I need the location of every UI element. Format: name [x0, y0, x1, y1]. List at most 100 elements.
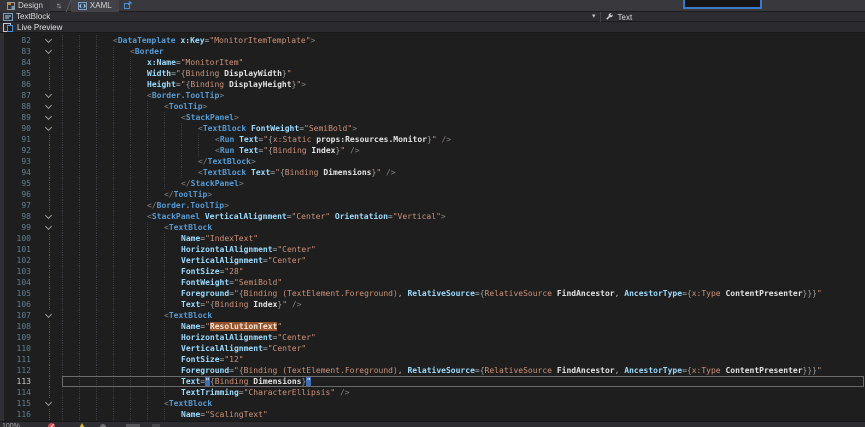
line-number[interactable]: 104 [0, 277, 38, 288]
fold-chevron-icon[interactable] [38, 46, 62, 57]
code-line[interactable]: 108Name="ResolutionText" [0, 321, 865, 332]
code-line[interactable]: 87<Border.ToolTip> [0, 90, 865, 101]
line-number[interactable]: 97 [0, 200, 38, 211]
code-line[interactable]: 85Width="{Binding DisplayWidth}" [0, 68, 865, 79]
line-number[interactable]: 103 [0, 266, 38, 277]
breadcrumb-property-label[interactable]: Text [618, 13, 633, 22]
line-number[interactable]: 105 [0, 288, 38, 299]
code-line[interactable]: 100Name="IndexText" [0, 233, 865, 244]
line-number[interactable]: 86 [0, 79, 38, 90]
code-line[interactable]: 99<TextBlock [0, 222, 865, 233]
indent-guide [62, 321, 63, 332]
zoom-level-label[interactable]: 100% [2, 423, 20, 427]
code-line[interactable]: 98<StackPanel VerticalAlignment="Center"… [0, 211, 865, 222]
line-number[interactable]: 88 [0, 101, 38, 112]
line-number[interactable]: 113 [0, 376, 38, 387]
line-number[interactable]: 84 [0, 57, 38, 68]
code-line[interactable]: 92<Run Text="{Binding Index}" /> [0, 145, 865, 156]
indent-guide [113, 343, 114, 354]
line-number[interactable]: 112 [0, 365, 38, 376]
code-line[interactable]: 116Name="ScalingText" [0, 409, 865, 420]
code-line[interactable]: 107<TextBlock [0, 310, 865, 321]
code-token: Binding [215, 300, 249, 309]
line-number[interactable]: 99 [0, 222, 38, 233]
code-line[interactable]: 88<ToolTip> [0, 101, 865, 112]
code-line[interactable]: 113Text="{Binding Dimensions}" [0, 376, 865, 387]
line-number[interactable]: 87 [0, 90, 38, 101]
fold-chevron-icon[interactable] [38, 112, 62, 123]
code-line[interactable]: 84x:Name="MonitorItem" [0, 57, 865, 68]
code-line[interactable]: 93</TextBlock> [0, 156, 865, 167]
line-number[interactable]: 107 [0, 310, 38, 321]
line-number[interactable]: 93 [0, 156, 38, 167]
fold-chevron-icon[interactable] [38, 211, 62, 222]
swap-panes-icon[interactable]: ↑↓ [50, 1, 66, 10]
line-number[interactable]: 115 [0, 398, 38, 409]
line-number[interactable]: 96 [0, 189, 38, 200]
fold-chevron-icon[interactable] [38, 101, 62, 112]
fold-chevron-icon[interactable] [38, 310, 62, 321]
code-line[interactable]: 97</Border.ToolTip> [0, 200, 865, 211]
line-number[interactable]: 90 [0, 123, 38, 134]
line-number[interactable]: 114 [0, 387, 38, 398]
line-number[interactable]: 100 [0, 233, 38, 244]
code-line[interactable]: 115<TextBlock [0, 398, 865, 409]
code-line[interactable]: 114TextTrimming="CharacterEllipsis" /> [0, 387, 865, 398]
line-number[interactable]: 109 [0, 332, 38, 343]
line-number[interactable]: 94 [0, 167, 38, 178]
code-line[interactable]: 104FontWeight="SemiBold" [0, 277, 865, 288]
code-line[interactable]: 94<TextBlock Text="{Binding Dimensions}"… [0, 167, 865, 178]
warning-icon[interactable] [78, 423, 86, 427]
tab-design[interactable]: Design [0, 0, 50, 12]
line-number[interactable]: 92 [0, 145, 38, 156]
code-line[interactable]: 105Foreground="{Binding (TextElement.For… [0, 288, 865, 299]
code-editor[interactable]: 82 <DataTemplate x:Key="MonitorItemTempla… [0, 33, 865, 421]
code-line[interactable]: 83<Border [0, 46, 865, 57]
code-line[interactable]: 95</StackPanel> [0, 178, 865, 189]
line-number[interactable]: 106 [0, 299, 38, 310]
indent-guide [113, 244, 114, 255]
code-line[interactable]: 111FontSize="12" [0, 354, 865, 365]
popout-icon[interactable] [119, 1, 137, 11]
code-line[interactable]: 90<TextBlock FontWeight="SemiBold"> [0, 123, 865, 134]
error-icon[interactable] [48, 423, 55, 427]
line-number[interactable]: 111 [0, 354, 38, 365]
fold-chevron-icon[interactable] [38, 90, 62, 101]
breadcrumb[interactable]: TextBlock [0, 12, 50, 21]
code-line[interactable]: 86Height="{Binding DisplayHeight}"> [0, 79, 865, 90]
code-token: StackPanel [191, 179, 239, 188]
indent-guide [79, 266, 80, 277]
line-number[interactable]: 102 [0, 255, 38, 266]
breadcrumb-dropdown-icon[interactable]: ▾ [592, 12, 596, 22]
line-number[interactable]: 110 [0, 343, 38, 354]
code-line[interactable]: 101HorizontalAlignment="Center" [0, 244, 865, 255]
code-line[interactable]: 89<StackPanel> [0, 112, 865, 123]
line-number[interactable]: 85 [0, 68, 38, 79]
code-line[interactable]: 112Foreground="{Binding (TextElement.For… [0, 365, 865, 376]
fold-chevron-icon[interactable] [38, 398, 62, 409]
line-number[interactable]: 91 [0, 134, 38, 145]
line-number[interactable]: 82 [0, 35, 38, 46]
code-line[interactable]: 109HorizontalAlignment="Center" [0, 332, 865, 343]
line-number[interactable]: 108 [0, 321, 38, 332]
code-line[interactable]: 106Text="{Binding Index}" /> [0, 299, 865, 310]
line-number[interactable]: 98 [0, 211, 38, 222]
code-line[interactable]: 91<Run Text="{x:Static props:Resources.M… [0, 134, 865, 145]
code-token: TextBlock [208, 157, 251, 166]
code-line[interactable]: 103FontSize="28" [0, 266, 865, 277]
code-line[interactable]: 96</ToolTip> [0, 189, 865, 200]
fold-chevron-icon[interactable] [38, 35, 62, 46]
line-number[interactable]: 116 [0, 409, 38, 420]
code-line[interactable]: 82 <DataTemplate x:Key="MonitorItemTempla… [0, 35, 865, 46]
fold-chevron-icon[interactable] [38, 123, 62, 134]
line-number[interactable]: 95 [0, 178, 38, 189]
code-line[interactable]: 110VerticalAlignment="Center" [0, 343, 865, 354]
code-line[interactable]: 102VerticalAlignment="Center" [0, 255, 865, 266]
line-number[interactable]: 89 [0, 112, 38, 123]
fold-chevron-icon[interactable] [38, 222, 62, 233]
line-number[interactable]: 101 [0, 244, 38, 255]
tab-xaml[interactable]: XAML [71, 0, 119, 12]
code-text: <DataTemplate x:Key="MonitorItemTemplate… [62, 35, 865, 46]
line-number[interactable]: 83 [0, 46, 38, 57]
code-token: "IndexText" [205, 234, 258, 243]
